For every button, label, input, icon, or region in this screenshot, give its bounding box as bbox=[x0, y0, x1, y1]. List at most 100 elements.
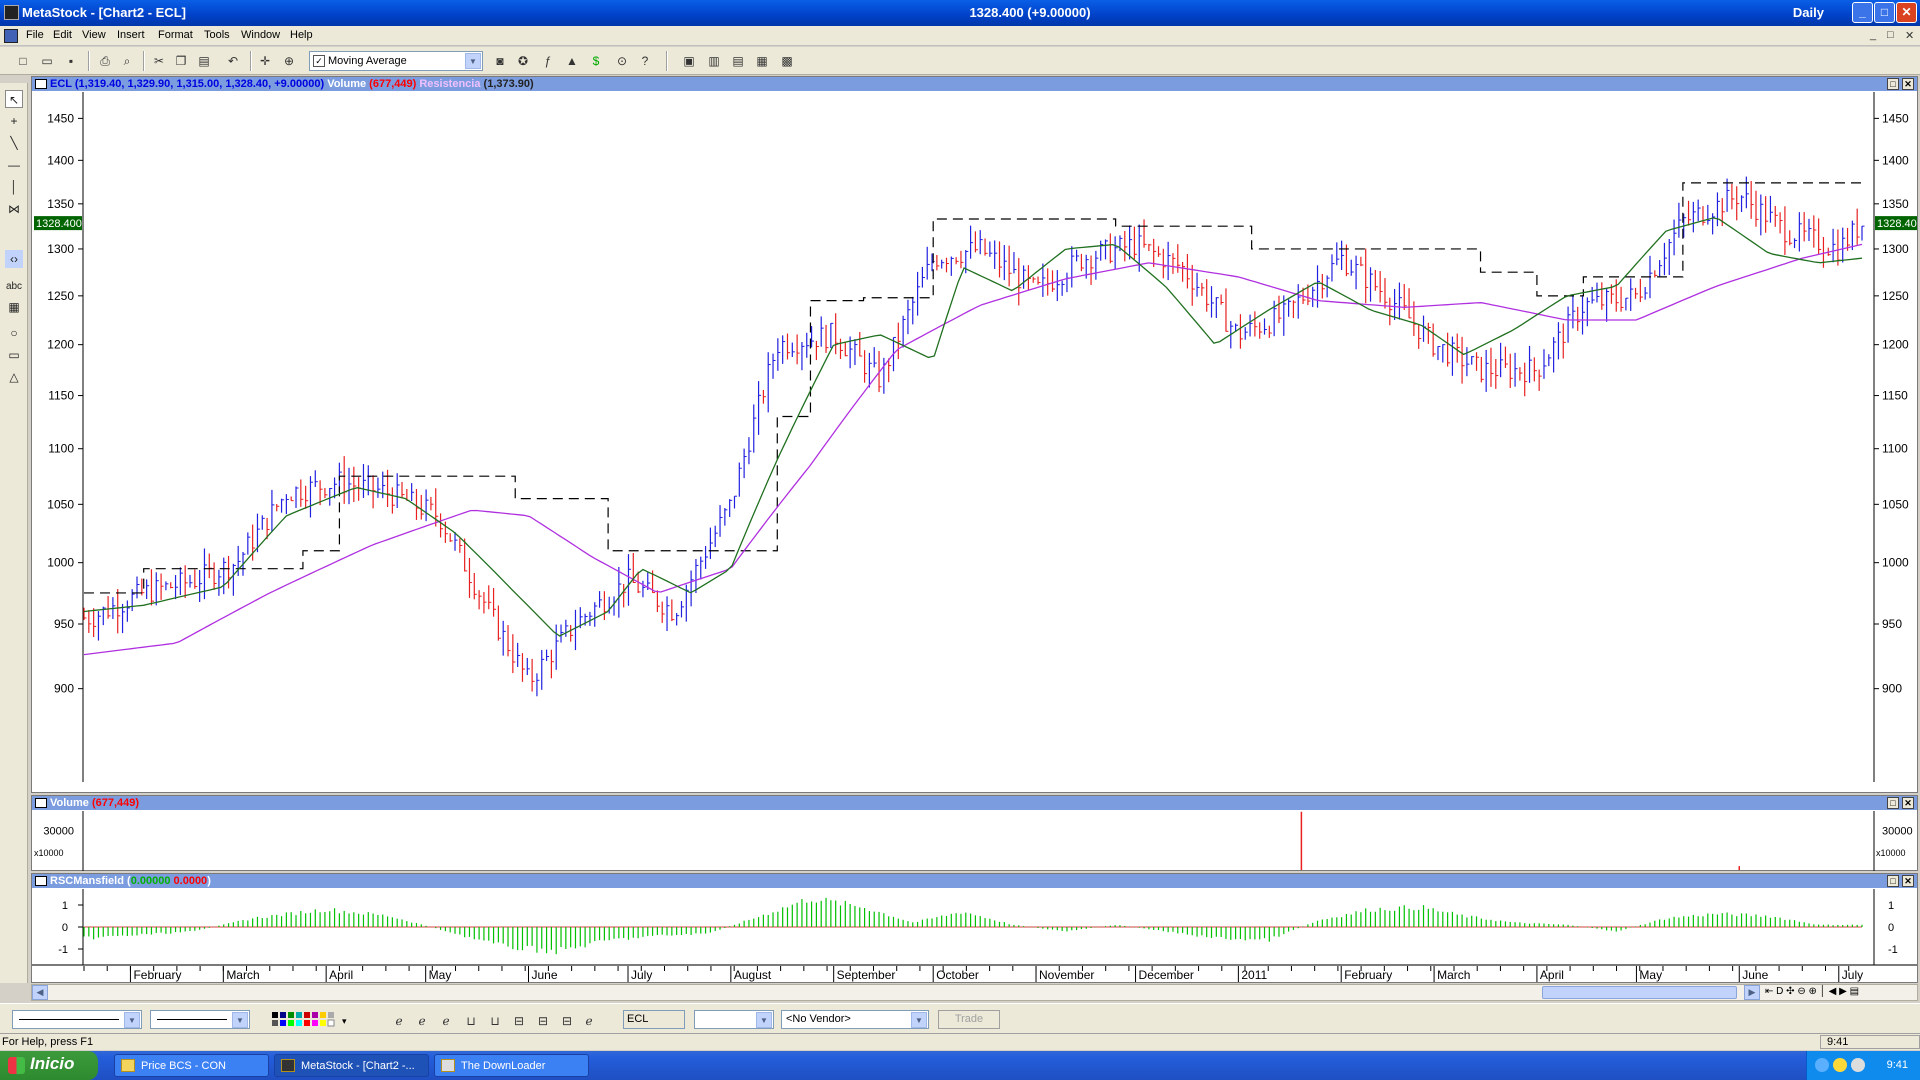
task-metastock[interactable]: MetaStock - [Chart2 -... bbox=[274, 1054, 429, 1077]
pane-close-button[interactable]: ✕ bbox=[1902, 78, 1914, 90]
tile-horizontal-icon[interactable]: ▤ bbox=[729, 52, 747, 70]
indicator-select-value: Moving Average bbox=[328, 55, 407, 67]
menu-file[interactable]: File bbox=[26, 29, 44, 41]
menu-edit[interactable]: Edit bbox=[53, 29, 72, 41]
trade-button[interactable]: Trade bbox=[938, 1010, 1000, 1029]
color-palette[interactable]: ▾ bbox=[270, 1011, 350, 1028]
style-icon-4[interactable]: ℯ bbox=[580, 1012, 598, 1030]
dollar-icon[interactable]: $ bbox=[587, 52, 605, 70]
ellipse-icon[interactable]: ○ bbox=[5, 324, 23, 342]
tile-vertical-icon[interactable]: ▥ bbox=[705, 52, 723, 70]
menu-format[interactable]: Format bbox=[158, 29, 193, 41]
line-weight-select[interactable]: ▼ bbox=[150, 1010, 250, 1029]
pane-close-button[interactable]: ✕ bbox=[1902, 875, 1914, 887]
drawing-toolbar: ↖ + ╲ — │ ⋈ ‹› abc ▦ ○ ▭ △ bbox=[0, 83, 28, 983]
pointer-icon[interactable]: ↖ bbox=[5, 90, 23, 108]
binoculars-icon[interactable]: ⊙ bbox=[613, 52, 631, 70]
layout-icon[interactable]: ▩ bbox=[778, 52, 796, 70]
security-field[interactable]: ECL bbox=[623, 1010, 685, 1029]
cycle-icon[interactable]: ‹› bbox=[5, 250, 23, 268]
mdi-minimize-button[interactable]: _ bbox=[1870, 29, 1876, 41]
pane-maximize-button[interactable]: □ bbox=[1887, 797, 1899, 809]
vertical-line-icon[interactable]: │ bbox=[5, 178, 23, 196]
indicator-checkbox[interactable]: ✓ bbox=[313, 55, 325, 67]
tray-arrow-icon[interactable] bbox=[1815, 1058, 1829, 1072]
indicator-select[interactable]: ✓ Moving Average ▼ bbox=[309, 51, 483, 71]
formula-icon[interactable]: ƒ bbox=[539, 52, 557, 70]
crosshair-tool-icon[interactable]: + bbox=[5, 112, 23, 130]
scroll-left-icon[interactable]: ◀ bbox=[32, 985, 48, 1000]
pane-maximize-button[interactable]: □ bbox=[1887, 78, 1899, 90]
mdi-close-button[interactable]: ✕ bbox=[1905, 29, 1914, 42]
price-chart[interactable]: 1450 1450 1400 1400 1350 1350 1300 1300 1250 1250… bbox=[32, 92, 1917, 792]
triangle-icon[interactable]: △ bbox=[5, 368, 23, 386]
chevron-down-icon[interactable]: ▼ bbox=[465, 53, 481, 69]
align-icon-3[interactable]: ⊟ bbox=[510, 1012, 528, 1030]
wizard-icon[interactable]: ✪ bbox=[514, 52, 532, 70]
color-swatches[interactable]: ▾ bbox=[270, 1011, 360, 1028]
align-icon-1[interactable]: ⊔ bbox=[462, 1012, 480, 1030]
line-style-select[interactable]: ▼ bbox=[12, 1010, 142, 1029]
menu-insert[interactable]: Insert bbox=[117, 29, 145, 41]
task-downloader[interactable]: The DownLoader bbox=[434, 1054, 589, 1077]
open-icon[interactable]: ▭ bbox=[38, 52, 56, 70]
align-icon-4[interactable]: ⊟ bbox=[534, 1012, 552, 1030]
menu-window[interactable]: Window bbox=[241, 29, 280, 41]
task-price-bcs[interactable]: Price BCS - CON bbox=[114, 1054, 269, 1077]
menu-view[interactable]: View bbox=[82, 29, 106, 41]
volume-pane[interactable]: Volume (677,449) □ ✕ 30000 30000 x10000 x10… bbox=[31, 795, 1918, 871]
undo-icon[interactable]: ↶ bbox=[224, 52, 242, 70]
align-icon-2[interactable]: ⊔ bbox=[486, 1012, 504, 1030]
shield-icon[interactable] bbox=[1833, 1058, 1847, 1072]
exchange-select[interactable]: ▼ bbox=[694, 1010, 774, 1029]
style-icon-2[interactable]: ℯ bbox=[413, 1012, 431, 1030]
paste-icon[interactable]: ▤ bbox=[195, 52, 213, 70]
start-button[interactable]: Inicio bbox=[0, 1051, 98, 1080]
rectangle-icon[interactable]: ▭ bbox=[5, 346, 23, 364]
date-axis-labels: February March April May June July August Septe… bbox=[83, 966, 1863, 982]
scroll-thumb[interactable] bbox=[1542, 986, 1737, 999]
save-icon[interactable]: ▪ bbox=[62, 52, 80, 70]
zoom-icon[interactable]: ⊕ bbox=[280, 52, 298, 70]
volume-pane-value: (677,449) bbox=[91, 797, 140, 809]
lock-icon[interactable]: ◙ bbox=[491, 52, 509, 70]
mdi-restore-button[interactable]: □ bbox=[1887, 29, 1894, 41]
volume-chart[interactable]: 30000 30000 x10000 x10000 bbox=[32, 811, 1917, 871]
symbol-label: ECL bbox=[50, 78, 72, 90]
speaker-icon[interactable] bbox=[1851, 1058, 1865, 1072]
pane-maximize-button[interactable]: □ bbox=[1887, 875, 1899, 887]
minimize-button[interactable]: _ bbox=[1852, 2, 1873, 23]
help-pointer-icon[interactable]: ? bbox=[636, 52, 654, 70]
table-icon[interactable]: ▦ bbox=[5, 298, 23, 316]
style-icon-3[interactable]: ℯ bbox=[437, 1012, 455, 1030]
cut-icon[interactable]: ✂ bbox=[150, 52, 168, 70]
rsc-pane[interactable]: RSCMansfield (0.00000 0.0000) □ ✕ 1 1 0 0 -1… bbox=[31, 873, 1918, 965]
align-icon-5[interactable]: ⊟ bbox=[558, 1012, 576, 1030]
scroll-controls-icon[interactable]: ⇤ D ✣ ⊖ ⊕ │ ◀ ▶ ▤ bbox=[1765, 986, 1859, 997]
copy-icon[interactable]: ❐ bbox=[172, 52, 190, 70]
explorer-icon[interactable]: ▲ bbox=[563, 52, 581, 70]
price-pane[interactable]: ECL (1,319.40, 1,329.90, 1,315.00, 1,328… bbox=[31, 76, 1918, 793]
menu-help[interactable]: Help bbox=[290, 29, 313, 41]
tile-grid-icon[interactable]: ▦ bbox=[753, 52, 771, 70]
crosshair-icon[interactable]: ✛ bbox=[256, 52, 274, 70]
horizontal-line-icon[interactable]: — bbox=[5, 156, 23, 174]
fibonacci-icon[interactable]: ⋈ bbox=[5, 200, 23, 218]
cascade-icon[interactable]: ▣ bbox=[680, 52, 698, 70]
menu-tools[interactable]: Tools bbox=[204, 29, 230, 41]
print-preview-icon[interactable]: ⌕ bbox=[118, 52, 136, 70]
vendor-select[interactable]: <No Vendor> ▼ bbox=[781, 1010, 929, 1029]
maximize-button[interactable]: □ bbox=[1874, 2, 1895, 23]
style-icon-1[interactable]: ℯ bbox=[390, 1012, 408, 1030]
print-icon[interactable]: ⎙ bbox=[96, 52, 114, 70]
document-icon[interactable] bbox=[4, 29, 18, 43]
rsc-chart[interactable]: 1 1 0 0 -1 -1 bbox=[32, 889, 1917, 965]
new-icon[interactable]: □ bbox=[14, 52, 32, 70]
horizontal-scrollbar[interactable]: ◀ ▶ ⇤ D ✣ ⊖ ⊕ │ ◀ ▶ ▤ bbox=[31, 984, 1918, 1001]
text-tool-icon[interactable]: abc bbox=[5, 278, 23, 296]
trendline-icon[interactable]: ╲ bbox=[5, 134, 23, 152]
pane-close-button[interactable]: ✕ bbox=[1902, 797, 1914, 809]
y-tick-label-right: 1000 bbox=[1882, 556, 1909, 570]
close-button[interactable]: ✕ bbox=[1896, 2, 1917, 23]
scroll-right-icon[interactable]: ▶ bbox=[1744, 985, 1760, 1000]
